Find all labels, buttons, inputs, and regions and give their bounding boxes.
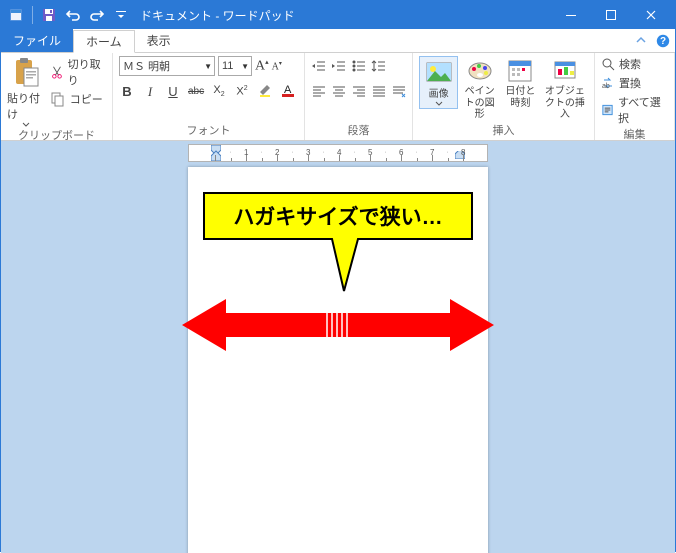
svg-text:ab: ab xyxy=(602,83,610,90)
copy-label: コピー xyxy=(70,91,103,107)
insert-image-label: 画像 xyxy=(429,89,449,101)
copy-button[interactable]: コピー xyxy=(50,91,106,107)
replace-button[interactable]: ab 置換 xyxy=(601,75,668,91)
strike-button[interactable]: abc xyxy=(188,86,204,97)
qat-customize-icon[interactable] xyxy=(110,4,132,26)
double-arrow xyxy=(182,295,494,355)
insert-object-button[interactable]: オブジェクトの挿入 xyxy=(542,56,588,121)
insert-datetime-button[interactable]: 日付と時刻 xyxy=(501,56,540,109)
callout-text: ハガキサイズで狭い… xyxy=(202,201,474,231)
font-group-label: フォント xyxy=(119,122,298,140)
italic-button[interactable]: I xyxy=(142,84,158,100)
highlight-color-button[interactable] xyxy=(257,82,273,101)
help-button[interactable]: ? xyxy=(651,29,675,52)
bullets-icon[interactable] xyxy=(351,58,367,77)
justify-icon[interactable] xyxy=(371,83,387,102)
grow-font-icon[interactable]: A▴ xyxy=(255,58,269,75)
ribbon: 貼り付け 切り取り コピー クリップボード ＭＳ 明朝 ▼ xyxy=(1,53,675,141)
subscript-button[interactable]: X2 xyxy=(211,84,227,98)
cut-label: 切り取り xyxy=(68,56,106,88)
document-area: ·1·2·3·4·5·6·7·8 ハガキサイズで狭い… xyxy=(1,141,675,553)
cut-button[interactable]: 切り取り xyxy=(50,56,106,88)
find-label: 検索 xyxy=(619,56,641,72)
insert-image-button[interactable]: 画像 xyxy=(419,56,458,109)
line-spacing-icon[interactable] xyxy=(371,58,387,77)
group-insert: 画像 ペイントの図形 日付と時刻 オブジェクトの挿入 挿入 xyxy=(413,53,595,140)
tab-view[interactable]: 表示 xyxy=(135,29,183,52)
close-button[interactable] xyxy=(631,1,671,29)
app-menu-button[interactable] xyxy=(5,4,27,26)
tab-home[interactable]: ホーム xyxy=(73,30,135,53)
chevron-down-icon: ▼ xyxy=(204,62,212,71)
insert-group-label: 挿入 xyxy=(419,122,588,140)
undo-icon[interactable] xyxy=(62,4,84,26)
tab-strip: ファイル ホーム 表示 ? xyxy=(1,29,675,53)
group-edit: 検索 ab 置換 すべて選択 編集 xyxy=(595,53,675,140)
insert-datetime-label: 日付と時刻 xyxy=(501,86,540,109)
window-controls xyxy=(551,1,671,29)
insert-object-label: オブジェクトの挿入 xyxy=(542,86,588,121)
ribbon-minimize-icon[interactable] xyxy=(631,29,651,52)
font-size-combo[interactable]: 11 ▼ xyxy=(218,56,252,76)
find-button[interactable]: 検索 xyxy=(601,56,668,72)
align-left-icon[interactable] xyxy=(311,83,327,102)
selectall-button[interactable]: すべて選択 xyxy=(601,94,668,126)
font-name-value: ＭＳ 明朝 xyxy=(123,58,170,74)
decrease-indent-icon[interactable] xyxy=(311,58,327,77)
bold-button[interactable]: B xyxy=(119,84,135,99)
font-size-value: 11 xyxy=(222,60,233,72)
group-clipboard: 貼り付け 切り取り コピー クリップボード xyxy=(1,53,113,140)
paragraph-settings-icon[interactable] xyxy=(391,83,407,102)
page[interactable]: ハガキサイズで狭い… xyxy=(188,167,488,553)
paste-label: 貼り付け xyxy=(7,90,46,122)
font-name-combo[interactable]: ＭＳ 明朝 ▼ xyxy=(119,56,215,76)
maximize-button[interactable] xyxy=(591,1,631,29)
group-paragraph: 段落 xyxy=(305,53,413,140)
insert-paint-button[interactable]: ペイントの図形 xyxy=(460,56,499,121)
superscript-button[interactable]: X2 xyxy=(234,85,250,98)
ruler[interactable]: ·1·2·3·4·5·6·7·8 xyxy=(188,144,488,162)
tab-file[interactable]: ファイル xyxy=(1,29,73,52)
title-bar: ドキュメント - ワードパッド xyxy=(1,1,675,29)
align-center-icon[interactable] xyxy=(331,83,347,102)
save-icon[interactable] xyxy=(38,4,60,26)
font-color-button[interactable]: A xyxy=(280,82,296,101)
paragraph-group-label: 段落 xyxy=(311,122,406,140)
selectall-label: すべて選択 xyxy=(618,94,668,126)
chevron-down-icon xyxy=(435,101,443,106)
svg-text:?: ? xyxy=(660,36,666,47)
group-font: ＭＳ 明朝 ▼ 11 ▼ A▴ A▾ B I U abc X2 X2 A xyxy=(113,53,305,140)
underline-button[interactable]: U xyxy=(165,84,181,99)
window-title: ドキュメント - ワードパッド xyxy=(140,7,551,24)
increase-indent-icon[interactable] xyxy=(331,58,347,77)
minimize-button[interactable] xyxy=(551,1,591,29)
shrink-font-icon[interactable]: A▾ xyxy=(272,60,282,72)
align-right-icon[interactable] xyxy=(351,83,367,102)
redo-icon[interactable] xyxy=(86,4,108,26)
quick-access-toolbar xyxy=(5,4,132,26)
chevron-down-icon: ▼ xyxy=(241,62,249,71)
replace-label: 置換 xyxy=(619,75,641,91)
insert-paint-label: ペイントの図形 xyxy=(460,86,499,121)
paste-button[interactable]: 貼り付け xyxy=(7,56,46,127)
